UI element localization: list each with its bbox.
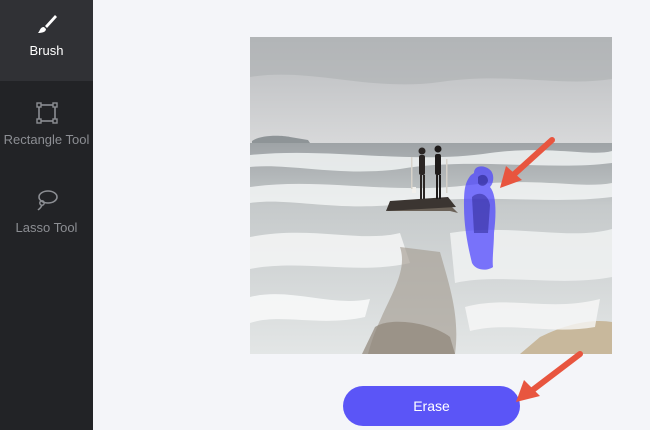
tool-brush-label: Brush	[29, 43, 64, 58]
erase-button[interactable]: Erase	[343, 386, 520, 426]
tool-brush[interactable]: Brush	[0, 0, 93, 81]
tool-lasso-label: Lasso Tool	[15, 220, 78, 235]
annotation-arrow-erase	[516, 351, 583, 402]
brush-icon	[37, 15, 57, 33]
tool-rectangle[interactable]: Rectangle Tool	[0, 81, 93, 162]
rectangle-select-icon	[35, 102, 58, 124]
image-canvas[interactable]	[250, 37, 612, 354]
tool-sidebar: Brush Rectangle Tool Lasso Tool	[0, 0, 93, 430]
tool-lasso[interactable]: Lasso Tool	[0, 169, 93, 250]
tool-rectangle-label: Rectangle Tool	[3, 132, 90, 147]
lasso-icon	[36, 190, 58, 211]
beach-photo	[250, 37, 612, 354]
